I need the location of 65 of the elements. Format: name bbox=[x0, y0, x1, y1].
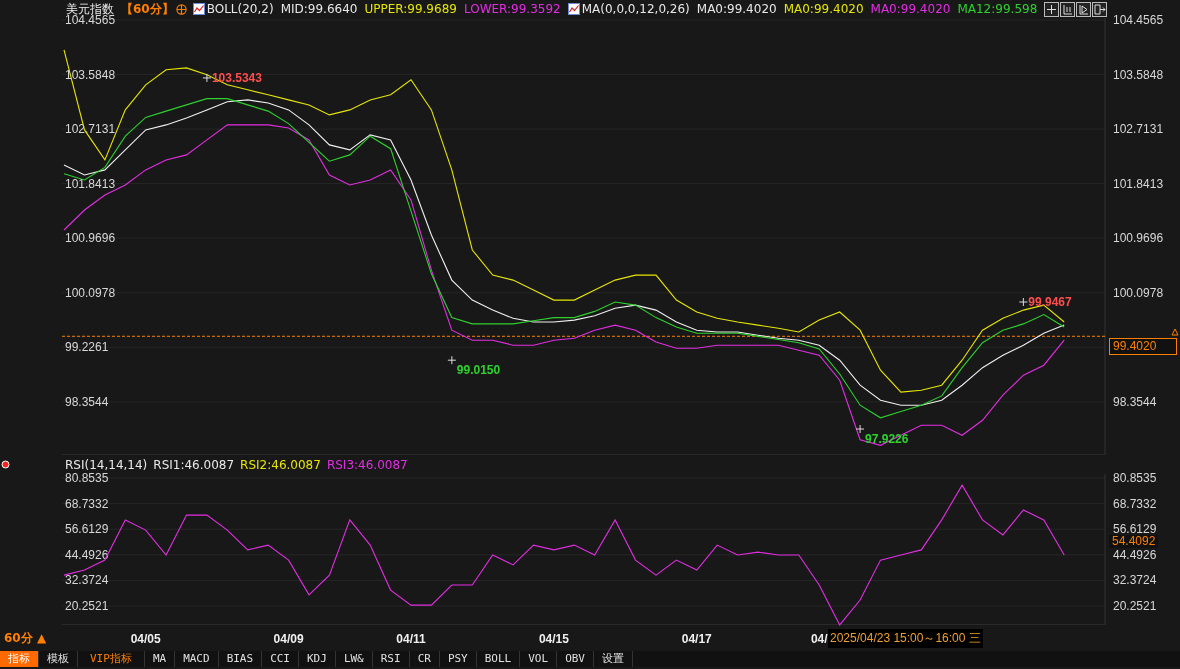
price-tag: 99.4020 bbox=[1109, 338, 1177, 356]
axis-label: 56.6129 bbox=[65, 522, 109, 537]
axis-label: 99.2261 bbox=[65, 340, 109, 355]
indicator-value: RSI3:46.0087 bbox=[326, 457, 408, 472]
axis-label: 80.8535 bbox=[1113, 471, 1157, 485]
indicator-value: MID:99.6640 bbox=[280, 2, 358, 16]
axis-label: 68.7332 bbox=[1113, 496, 1157, 511]
indicator-value: RSI(14,14,14) bbox=[65, 457, 148, 472]
axis-label: 68.7332 bbox=[65, 496, 109, 511]
chart-tool-icon[interactable] bbox=[1060, 2, 1075, 17]
chart-title: 美元指数 bbox=[66, 0, 114, 16]
axis-label: 80.8535 bbox=[65, 471, 109, 485]
date-label: 04/ bbox=[810, 632, 828, 646]
axis-label: 56.6129 bbox=[1113, 522, 1157, 537]
price-annotation: 99.9467 bbox=[1028, 295, 1072, 309]
axis-label: 20.2521 bbox=[65, 599, 109, 614]
indicator-value: UPPER:99.9689 bbox=[364, 2, 457, 16]
indicator-value: MA12:99.598 bbox=[957, 2, 1038, 16]
date-label: 04/05 bbox=[130, 632, 161, 646]
axis-label: 101.8413 bbox=[1113, 176, 1164, 191]
indicator-label: BOLL(20,2) bbox=[206, 2, 274, 16]
axis-label: 32.3724 bbox=[65, 573, 109, 588]
date-label: 04/17 bbox=[681, 632, 712, 646]
axis-label: 44.4926 bbox=[1113, 547, 1157, 562]
indicator-value: RSI1:46.0087 bbox=[153, 457, 235, 472]
crosshair-icon[interactable] bbox=[1044, 2, 1059, 17]
chart-icon bbox=[192, 3, 205, 15]
axis-label: 98.3544 bbox=[65, 394, 109, 409]
cross-marker bbox=[1018, 297, 1028, 307]
price-annotation: 99.0150 bbox=[456, 363, 501, 378]
cross-marker bbox=[447, 355, 457, 365]
indicator-value: MA0:99.4020 bbox=[870, 2, 951, 16]
axis-label: 20.2521 bbox=[1113, 599, 1157, 614]
indicator-value: MA0:99.4020 bbox=[696, 2, 777, 16]
dot-icon bbox=[1, 460, 10, 469]
axis-label: 100.9696 bbox=[1113, 231, 1164, 246]
axis-label: 100.0978 bbox=[1113, 285, 1164, 300]
axis-label: 102.7131 bbox=[1113, 122, 1164, 137]
date-label: 04/15 bbox=[538, 632, 569, 646]
cross-marker bbox=[202, 73, 212, 83]
indicator-value: LOWER:99.3592 bbox=[463, 2, 561, 16]
indicator-label: MA(0,0,0,12,0,26) bbox=[581, 2, 690, 16]
axis-label: 103.5848 bbox=[1113, 67, 1164, 82]
axis-label: 100.0978 bbox=[65, 285, 116, 300]
price-tag: 54.4092 bbox=[1109, 534, 1159, 548]
indicator-value: RSI2:46.0087 bbox=[240, 457, 321, 472]
axis-label: 32.3724 bbox=[1113, 573, 1157, 588]
play-icon[interactable] bbox=[1076, 2, 1091, 17]
indicator-value: MA0:99.4020 bbox=[783, 2, 864, 16]
axis-label: 100.9696 bbox=[65, 231, 116, 246]
period-label[interactable]: 【60分】 bbox=[121, 0, 174, 18]
time-tooltip: 2025/04/23 15:00～16:00 三 bbox=[828, 629, 983, 648]
date-label: 04/11 bbox=[396, 632, 426, 646]
cross-marker bbox=[855, 424, 865, 434]
axis-label: 98.3544 bbox=[1113, 394, 1157, 409]
add-icon[interactable] bbox=[175, 3, 187, 15]
axis-label: 101.8413 bbox=[65, 176, 116, 191]
date-label: 04/09 bbox=[273, 632, 304, 646]
axis-label: 44.4926 bbox=[65, 547, 109, 562]
exit-icon[interactable] bbox=[1092, 2, 1107, 17]
period-button[interactable]: 60分 ▲ bbox=[4, 630, 47, 647]
axis-label: 104.4565 bbox=[1113, 12, 1164, 27]
price-annotation: 103.5343 bbox=[211, 70, 262, 85]
marker-icon bbox=[1171, 328, 1179, 336]
chart-icon bbox=[567, 3, 580, 15]
